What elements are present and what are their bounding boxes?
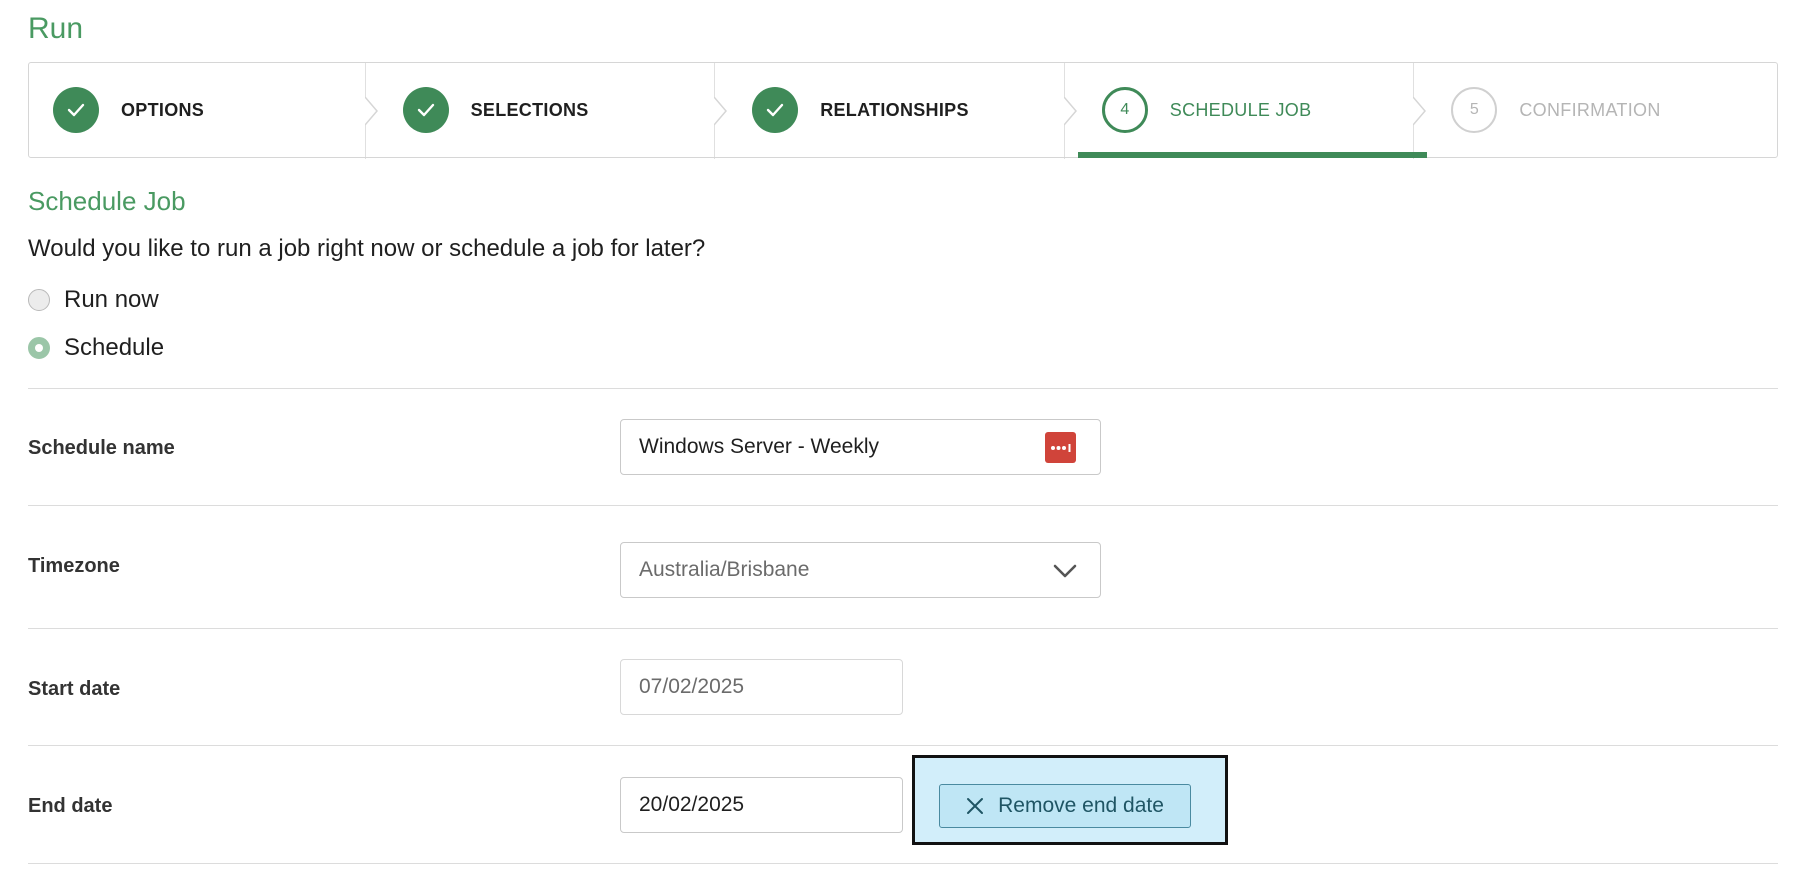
step-confirmation[interactable]: 5 CONFIRMATION bbox=[1427, 63, 1777, 157]
radio-button[interactable] bbox=[28, 337, 50, 359]
end-date-input[interactable]: 20/02/2025 bbox=[620, 777, 903, 833]
radio-dot bbox=[35, 344, 43, 352]
divider bbox=[28, 628, 1778, 629]
start-date-value: 07/02/2025 bbox=[639, 675, 745, 698]
start-date-input[interactable]: 07/02/2025 bbox=[620, 659, 903, 715]
page-title: Run bbox=[28, 12, 84, 45]
divider bbox=[28, 505, 1778, 506]
step-separator bbox=[1413, 63, 1427, 159]
schedule-name-input[interactable]: Windows Server - Weekly bbox=[620, 419, 1101, 475]
radio-run-now[interactable]: Run now bbox=[28, 286, 159, 314]
schedule-question: Would you like to run a job right now or… bbox=[28, 235, 706, 262]
step-schedule-job[interactable]: 4 SCHEDULE JOB bbox=[1077, 63, 1428, 159]
step-number: 4 bbox=[1101, 87, 1148, 133]
step-number: 5 bbox=[1451, 87, 1498, 133]
check-icon bbox=[402, 87, 449, 133]
step-label: CONFIRMATION bbox=[1519, 99, 1661, 120]
schedule-name-value: Windows Server - Weekly bbox=[639, 435, 880, 458]
divider bbox=[28, 863, 1778, 864]
wizard-stepper: OPTIONS SELECTIONS RELATIONSHIPS 4 SCHED… bbox=[28, 62, 1778, 159]
timezone-label: Timezone bbox=[28, 555, 120, 577]
remove-end-date-button[interactable]: Remove end date bbox=[939, 784, 1191, 828]
remove-end-date-highlight: Remove end date bbox=[912, 755, 1228, 845]
step-separator bbox=[714, 63, 728, 159]
step-label: SELECTIONS bbox=[470, 99, 589, 120]
start-date-label: Start date bbox=[28, 678, 121, 700]
radio-schedule[interactable]: Schedule bbox=[28, 334, 164, 362]
end-date-label: End date bbox=[28, 795, 113, 817]
step-options[interactable]: OPTIONS bbox=[29, 63, 379, 159]
section-title: Schedule Job bbox=[28, 186, 186, 216]
password-manager-icon[interactable] bbox=[1045, 432, 1076, 463]
active-step-indicator bbox=[1077, 152, 1428, 158]
divider bbox=[28, 745, 1778, 746]
step-label: RELATIONSHIPS bbox=[820, 99, 969, 120]
step-label: SCHEDULE JOB bbox=[1169, 99, 1312, 120]
remove-end-date-label: Remove end date bbox=[998, 794, 1164, 817]
timezone-select[interactable]: Australia/Brisbane bbox=[620, 542, 1101, 598]
check-icon bbox=[53, 87, 99, 133]
radio-label: Run now bbox=[64, 286, 159, 313]
chevron-down-icon bbox=[1053, 564, 1077, 578]
step-label: OPTIONS bbox=[121, 99, 205, 120]
timezone-value: Australia/Brisbane bbox=[639, 558, 810, 581]
check-icon bbox=[752, 87, 799, 133]
divider bbox=[28, 388, 1778, 389]
step-separator bbox=[1063, 63, 1077, 159]
end-date-value: 20/02/2025 bbox=[639, 793, 745, 816]
step-selections[interactable]: SELECTIONS bbox=[379, 63, 729, 159]
radio-label: Schedule bbox=[64, 334, 165, 361]
close-icon bbox=[967, 798, 984, 814]
step-separator bbox=[364, 63, 378, 159]
step-relationships[interactable]: RELATIONSHIPS bbox=[728, 63, 1078, 159]
schedule-name-label: Schedule name bbox=[28, 437, 175, 459]
radio-button[interactable] bbox=[28, 289, 50, 311]
